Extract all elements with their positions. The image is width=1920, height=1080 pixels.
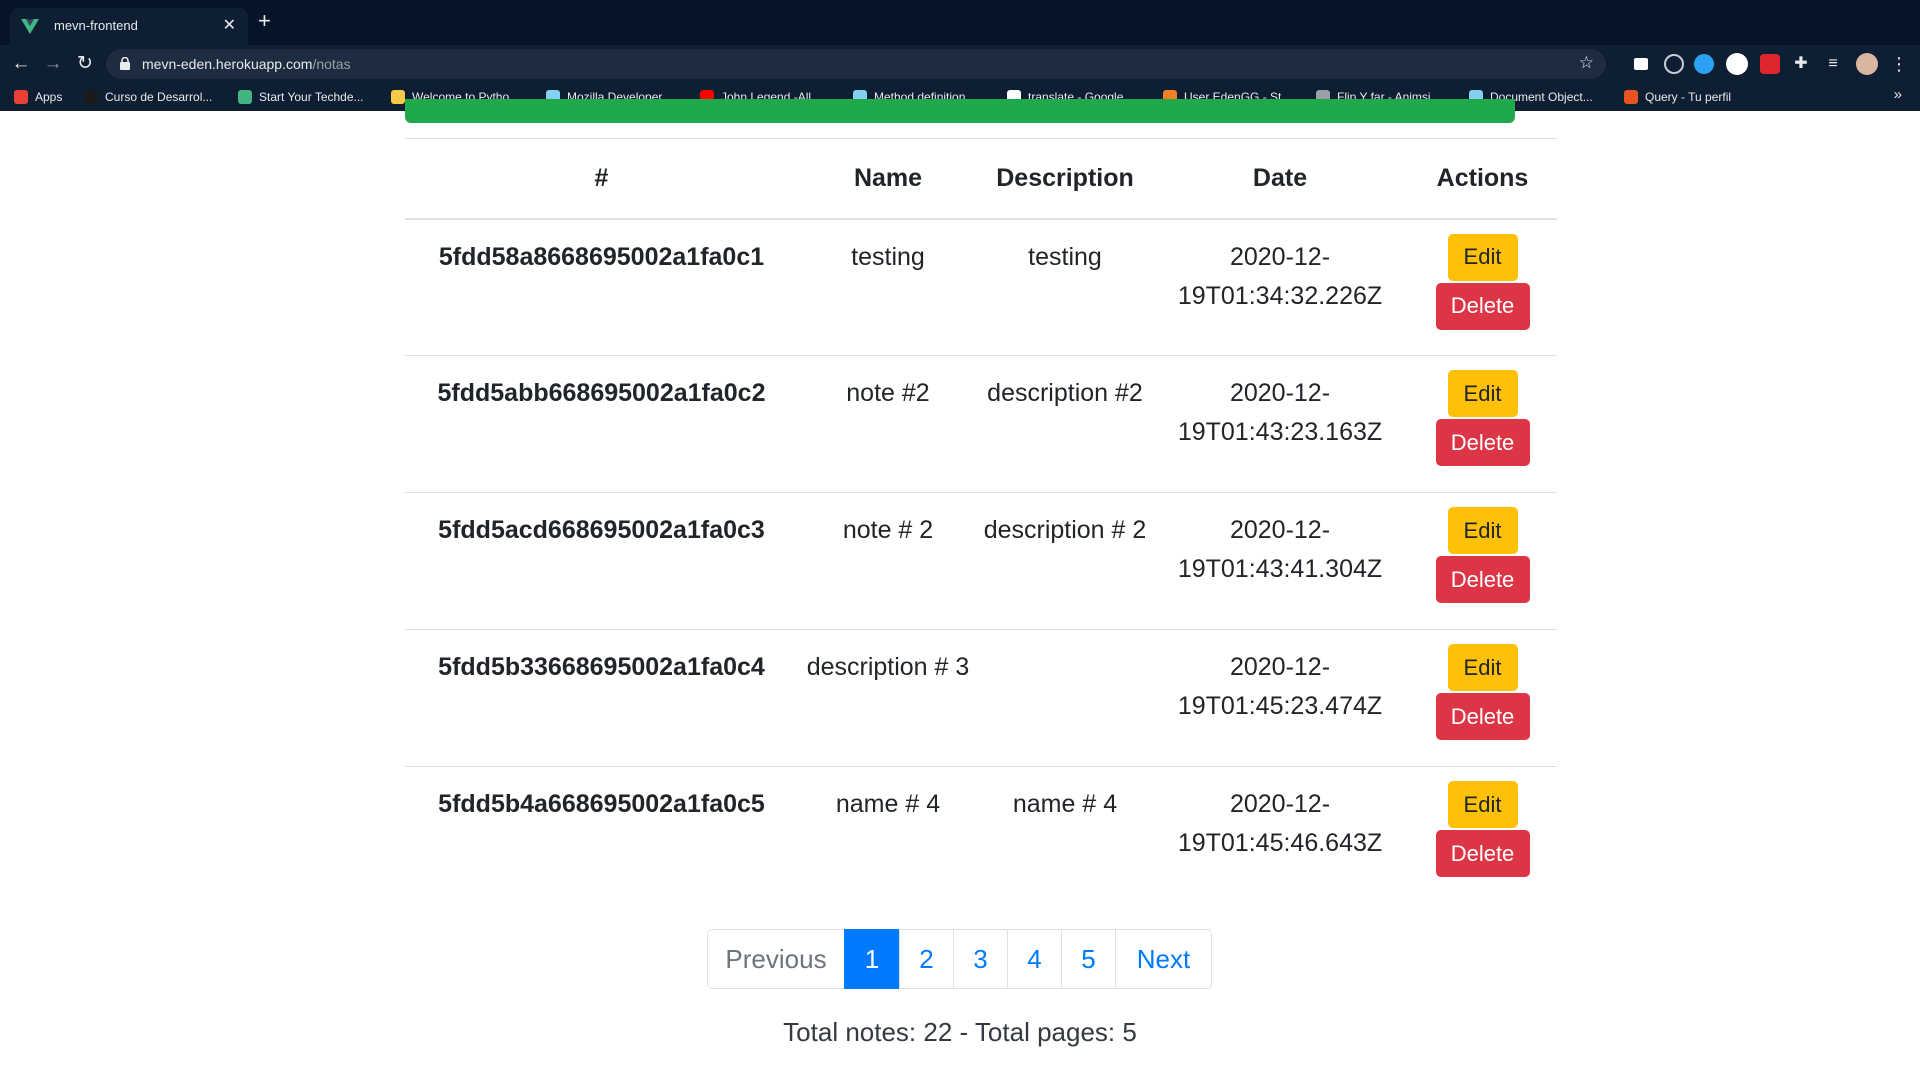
page-button-3[interactable]: 3 [953,929,1008,989]
browser-chrome: mevn-frontend ✕ + ← → ↻ mevn-eden.heroku… [0,0,1920,111]
page-button-5[interactable]: 5 [1061,929,1116,989]
address-bar[interactable]: mevn-eden.herokuapp.com/notas ☆ [106,49,1606,79]
page-button-2[interactable]: 2 [899,929,954,989]
header-actions: Actions [1408,138,1557,220]
forward-arrow-icon[interactable]: → [40,51,66,77]
gear-icon [238,90,252,104]
vue-logo-icon [21,19,39,34]
header-description: Description [978,138,1152,220]
edit-button[interactable]: Edit [1447,370,1518,417]
header-id: # [405,138,798,220]
close-tab-icon[interactable]: ✕ [223,15,236,35]
edit-button[interactable]: Edit [1447,644,1518,691]
table-row: 5fdd58a8668695002a1fa0c1 testing testing… [405,218,1557,356]
new-tab-icon[interactable]: + [258,10,271,32]
bookmark-label: Apps [35,90,63,104]
url-text: mevn-eden.herokuapp.com/notas [142,56,351,72]
note-id: 5fdd5abb668695002a1fa0c2 [405,355,798,493]
table-row: 5fdd5b4a668695002a1fa0c5 name # 4 name #… [405,766,1557,904]
edge-extension-icon[interactable] [1694,54,1714,74]
note-date: 2020-12-19T01:45:46.643Z [1152,766,1408,904]
note-description [978,629,1152,767]
table-row: 5fdd5acd668695002a1fa0c3 note # 2 descri… [405,492,1557,630]
more-bookmarks-icon[interactable]: » [1894,86,1902,103]
bookmark-star-icon[interactable]: ☆ [1579,53,1594,73]
page-button-4[interactable]: 4 [1007,929,1062,989]
query-icon [1624,90,1638,104]
edit-button[interactable]: Edit [1447,507,1518,554]
bookmark-item[interactable]: Start Your Techde... [238,88,364,106]
delete-button[interactable]: Delete [1435,419,1530,466]
note-name: note #2 [798,355,978,493]
note-description: testing [978,218,1152,356]
puzzle-extensions-icon[interactable]: ✚ [1788,51,1814,77]
bookmark-item[interactable]: Query - Tu perfil [1624,88,1731,106]
note-name: note # 2 [798,492,978,630]
next-page-button[interactable]: Next [1115,929,1212,989]
note-name: testing [798,218,978,356]
header-date: Date [1152,138,1408,220]
success-alert-bar [405,99,1515,123]
tab-title: mevn-frontend [54,18,138,33]
bookmark-label: Query - Tu perfil [1645,90,1732,104]
media-queue-icon[interactable]: ≡ [1820,51,1846,77]
apps-grid-icon [14,90,28,104]
lock-icon [120,57,130,70]
note-date: 2020-12-19T01:34:32.226Z [1152,218,1408,356]
extension-icon[interactable] [1634,58,1648,70]
note-date: 2020-12-19T01:43:41.304Z [1152,492,1408,630]
lastpass-icon[interactable] [1760,54,1780,74]
menu-kebab-icon[interactable]: ⋮ [1886,51,1912,77]
page-button-1[interactable]: 1 [844,929,900,989]
course-icon [84,90,98,104]
note-id: 5fdd58a8668695002a1fa0c1 [405,218,798,356]
header-name: Name [798,138,978,220]
bookmark-label: Curso de Desarrol... [105,90,213,104]
note-description: description #2 [978,355,1152,493]
profile-avatar[interactable] [1856,53,1878,75]
delete-button[interactable]: Delete [1435,693,1530,740]
note-actions: Edit Delete [1408,492,1557,630]
table-row: 5fdd5b33668695002a1fa0c4 description # 3… [405,629,1557,767]
edit-button[interactable]: Edit [1447,781,1518,828]
back-arrow-icon[interactable]: ← [8,51,34,77]
target-extension-icon[interactable] [1664,54,1684,74]
browser-tab[interactable]: mevn-frontend ✕ [10,8,248,45]
notes-table: # Name Description Date Actions 5fdd58a8… [405,138,1557,904]
totals-summary: Total notes: 22 - Total pages: 5 [783,1017,1137,1047]
note-date: 2020-12-19T01:43:23.163Z [1152,355,1408,493]
delete-button[interactable]: Delete [1435,830,1530,877]
note-id: 5fdd5b33668695002a1fa0c4 [405,629,798,767]
edit-button[interactable]: Edit [1447,233,1518,281]
note-description: description # 2 [978,492,1152,630]
table-header-row: # Name Description Date Actions [405,138,1557,220]
note-actions: Edit Delete [1408,218,1557,356]
delete-button[interactable]: Delete [1435,282,1530,330]
bookmark-item[interactable]: Curso de Desarrol... [84,88,212,106]
note-id: 5fdd5b4a668695002a1fa0c5 [405,766,798,904]
note-date: 2020-12-19T01:45:23.474Z [1152,629,1408,767]
table-row: 5fdd5abb668695002a1fa0c2 note #2 descrip… [405,355,1557,493]
reload-icon[interactable]: ↻ [72,51,98,77]
tab-strip: mevn-frontend ✕ + [0,0,1920,45]
python-icon [391,90,405,104]
previous-page-button[interactable]: Previous [707,929,845,989]
vue-devtools-icon[interactable] [1726,53,1748,75]
note-actions: Edit Delete [1408,629,1557,767]
browser-toolbar: ← → ↻ mevn-eden.herokuapp.com/notas ☆ ✚ … [0,45,1920,83]
note-actions: Edit Delete [1408,355,1557,493]
pagination: Previous 1 2 3 4 5 Next [707,929,1212,989]
page-content: # Name Description Date Actions 5fdd58a8… [0,99,1920,1080]
note-id: 5fdd5acd668695002a1fa0c3 [405,492,798,630]
bookmark-item[interactable]: Apps [14,88,62,106]
note-actions: Edit Delete [1408,766,1557,904]
note-name: name # 4 [798,766,978,904]
note-description: name # 4 [978,766,1152,904]
note-name: description # 3 [798,629,978,767]
bookmark-label: Start Your Techde... [259,90,364,104]
delete-button[interactable]: Delete [1435,556,1530,603]
